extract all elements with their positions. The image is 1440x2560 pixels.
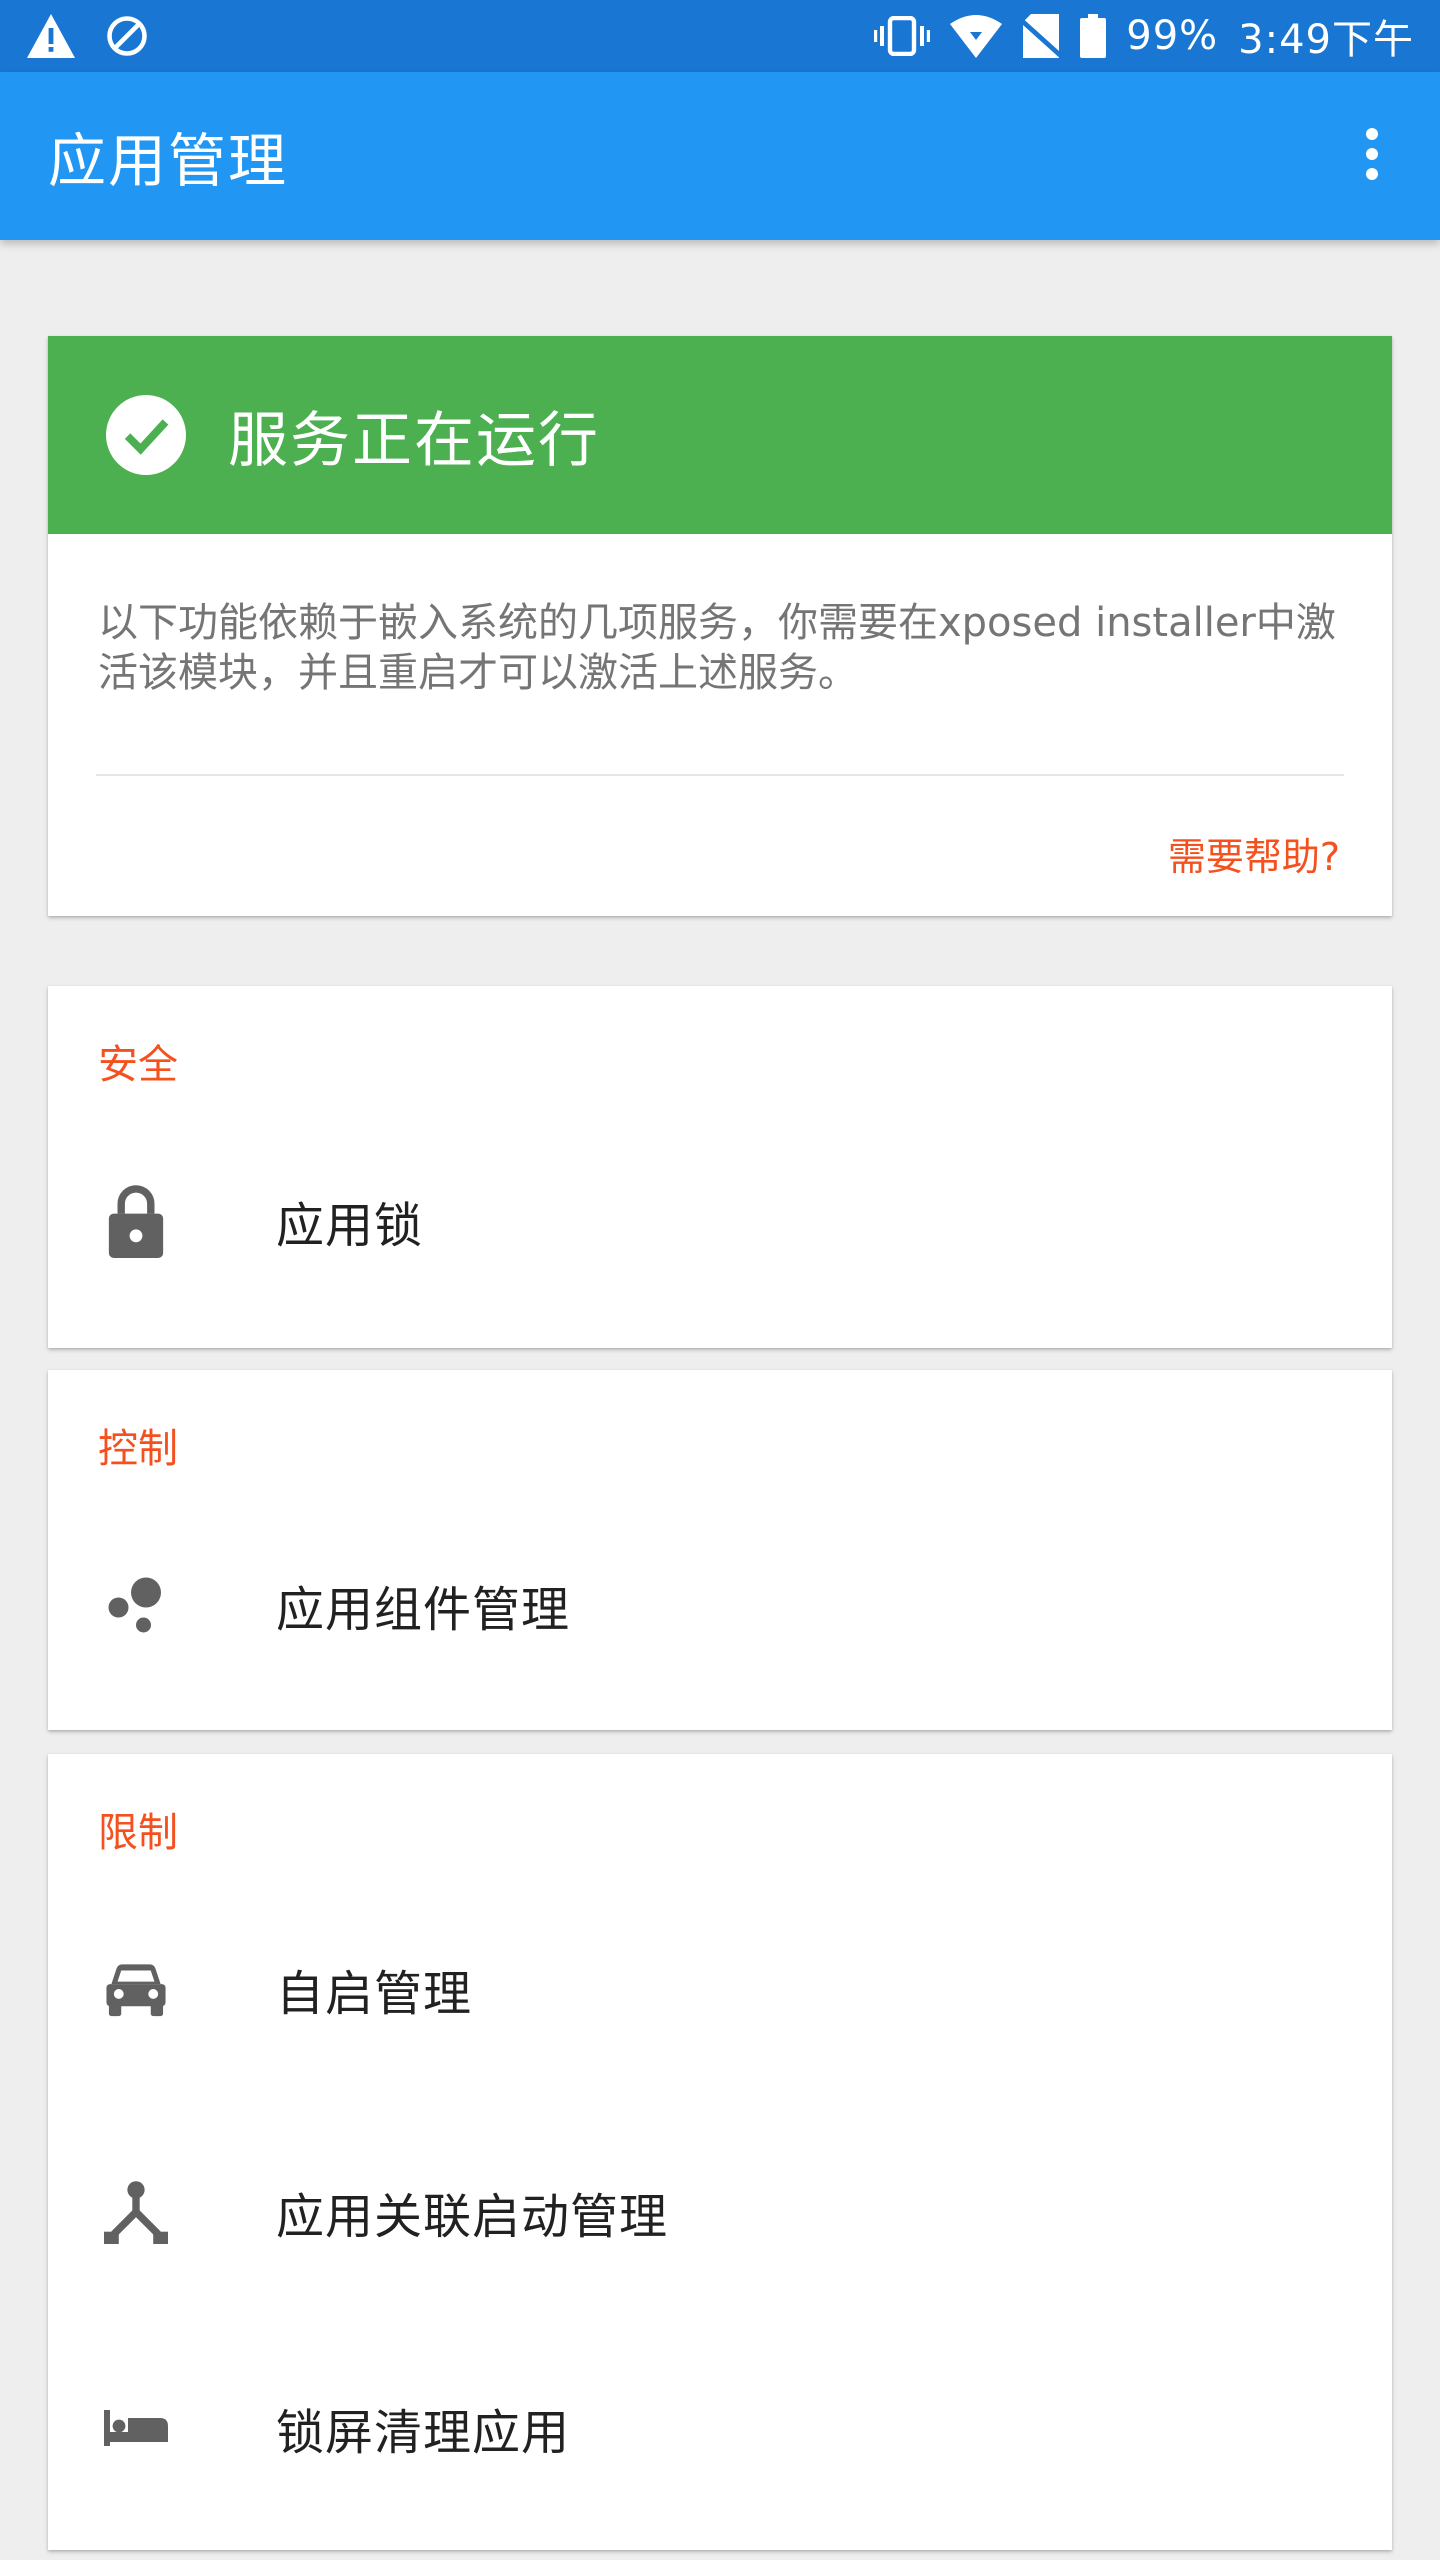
service-status-header: 服务正在运行 <box>48 336 1392 534</box>
status-right-icons: 99% 3:49下午 <box>874 7 1414 65</box>
help-link[interactable]: 需要帮助? <box>1168 826 1340 881</box>
service-status-card: 服务正在运行 以下功能依赖于嵌入系统的几项服务，你需要在xposed insta… <box>48 336 1392 916</box>
car-icon <box>104 1957 168 2021</box>
app-lock-item[interactable]: 应用锁 <box>48 1106 1392 1336</box>
warning-icon <box>26 14 76 58</box>
service-description: 以下功能依赖于嵌入系统的几项服务，你需要在xposed installer中激活… <box>98 600 1336 696</box>
security-section: 安全 应用锁 <box>48 986 1392 1348</box>
vibrate-icon <box>874 16 931 56</box>
section-title-restrict: 限制 <box>98 1810 178 1856</box>
bubbles-icon <box>104 1573 168 1637</box>
associated-launch-item[interactable]: 应用关联启动管理 <box>48 2104 1392 2320</box>
app-bar: 应用管理 <box>0 72 1440 240</box>
clock: 3:49下午 <box>1238 17 1414 63</box>
status-left-icons <box>26 14 148 58</box>
check-circle-icon <box>106 395 186 475</box>
lockscreen-clean-label: 锁屏清理应用 <box>276 2405 571 2461</box>
more-vert-icon <box>1364 126 1380 186</box>
associated-launch-label: 应用关联启动管理 <box>276 2189 669 2245</box>
restrict-section: 限制 自启管理 应用关联启动管理 锁屏清理应用 <box>48 1754 1392 2550</box>
section-title-control: 控制 <box>98 1426 178 1472</box>
battery-icon <box>1080 14 1107 58</box>
component-manager-label: 应用组件管理 <box>276 1582 571 1638</box>
component-manager-item[interactable]: 应用组件管理 <box>48 1490 1392 1720</box>
no-sim-icon <box>1022 14 1061 58</box>
lock-icon <box>104 1185 168 1258</box>
section-title-security: 安全 <box>98 1042 178 1088</box>
page-title: 应用管理 <box>48 127 289 195</box>
control-section: 控制 应用组件管理 <box>48 1370 1392 1730</box>
bed-icon <box>104 2396 168 2460</box>
app-lock-label: 应用锁 <box>276 1198 424 1254</box>
status-bar: 99% 3:49下午 <box>0 0 1440 72</box>
service-status-title: 服务正在运行 <box>228 405 600 476</box>
battery-percent: 99% <box>1126 13 1219 59</box>
wifi-icon <box>950 14 1003 58</box>
autostart-manager-label: 自启管理 <box>276 1966 473 2022</box>
more-options-button[interactable] <box>1342 106 1402 206</box>
lockscreen-clean-item[interactable]: 锁屏清理应用 <box>48 2320 1392 2536</box>
blocked-icon <box>106 15 148 57</box>
autostart-manager-item[interactable]: 自启管理 <box>48 1874 1392 2104</box>
fork-icon <box>104 2180 168 2244</box>
